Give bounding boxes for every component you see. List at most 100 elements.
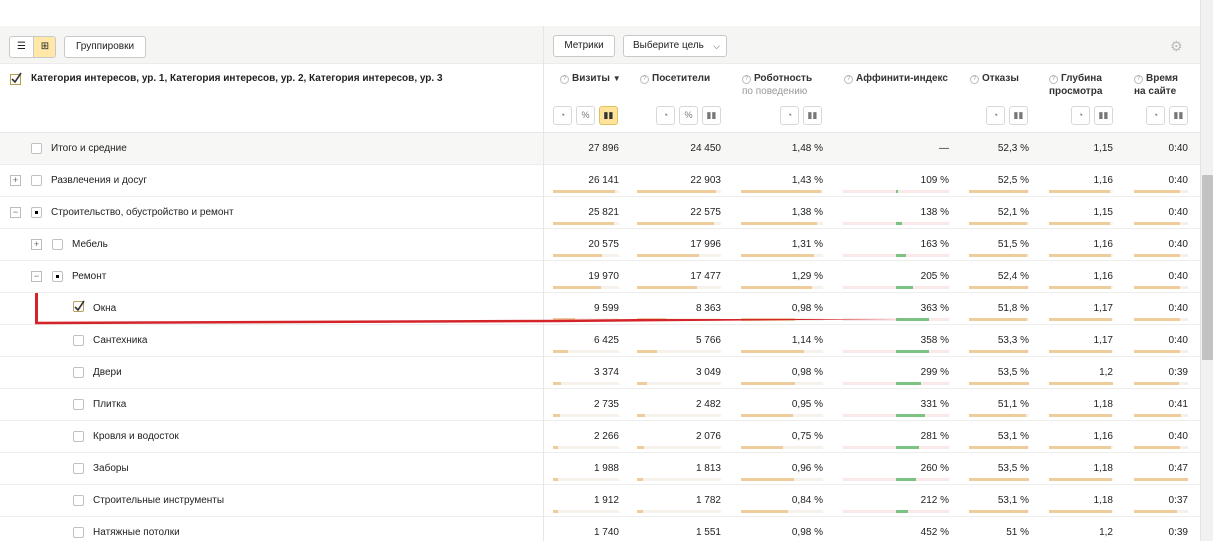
- cell-robot: 1,48 %: [791, 143, 823, 154]
- robot-bar: [741, 350, 804, 353]
- bar-chart-icon[interactable]: ▮▮: [1169, 106, 1188, 125]
- row-checkbox[interactable]: [31, 207, 42, 218]
- chevron-down-icon: ⌵: [713, 41, 720, 51]
- table-row[interactable]: − Ремонт 19 970 17 477 1,29 % 205 % 52,4 % 1,16…: [0, 261, 1200, 293]
- percent-icon[interactable]: %: [679, 106, 698, 125]
- cell-visits: 2 735: [593, 399, 619, 410]
- percent-icon[interactable]: %: [576, 106, 595, 125]
- totals-row[interactable]: Итого и средние 27 896 24 450 1,48 % — 52,3 %…: [0, 133, 1200, 165]
- table-row[interactable]: + Развлечения и досуг 26 141 22 903 1,43 % 10…: [0, 165, 1200, 197]
- help-icon[interactable]: ?: [560, 75, 569, 84]
- bounce-bar: [969, 382, 1029, 385]
- goal-select[interactable]: Выберите цель ⌵: [623, 35, 727, 57]
- cell-robot: 1,38 %: [791, 207, 823, 218]
- row-label: Двери: [93, 367, 122, 378]
- expand-icon[interactable]: +: [10, 175, 21, 186]
- cell-robot: 1,43 %: [791, 175, 823, 186]
- bar-chart-icon[interactable]: ▮▮: [1009, 106, 1028, 125]
- groupings-button[interactable]: Группировки: [64, 36, 146, 58]
- cell-visits: 2 266: [593, 431, 619, 442]
- column-header-affinity[interactable]: ? Аффинити-индекс: [844, 72, 948, 85]
- row-checkbox[interactable]: [31, 143, 42, 154]
- vertical-scrollbar[interactable]: [1200, 0, 1213, 541]
- cell-time: 0:39: [1168, 367, 1188, 378]
- dimensions-checkbox[interactable]: [10, 72, 23, 85]
- row-checkbox[interactable]: [73, 367, 84, 378]
- table-row[interactable]: Двери 3 374 3 049 0,98 % 299 % 53,5 % 1,2 0:39: [0, 357, 1200, 389]
- column-header-robotness[interactable]: ? Роботность по поведению: [742, 72, 812, 98]
- visits-bar: [553, 446, 558, 449]
- cell-visits: 9 599: [593, 303, 619, 314]
- cell-bounce: 53,1 %: [997, 495, 1029, 506]
- bar-chart-icon[interactable]: ▮▮: [1094, 106, 1113, 125]
- help-icon[interactable]: ?: [1049, 75, 1058, 84]
- column-header-visitors[interactable]: ? Посетители: [640, 72, 710, 85]
- column-header-bounce[interactable]: ? Отказы: [970, 72, 1019, 85]
- visitors-bar: [637, 286, 697, 289]
- help-icon[interactable]: ?: [1134, 75, 1143, 84]
- row-checkbox[interactable]: [31, 175, 42, 186]
- cell-time: 0:40: [1168, 335, 1188, 346]
- table-row[interactable]: Строительные инструменты 1 912 1 782 0,84 %…: [0, 485, 1200, 517]
- gear-icon[interactable]: ⚙: [1170, 39, 1184, 53]
- pie-chart-icon[interactable]: ◔: [553, 106, 572, 125]
- table-row[interactable]: Плитка 2 735 2 482 0,95 % 331 % 51,1 % 1,18 0:4…: [0, 389, 1200, 421]
- bar-chart-icon[interactable]: ▮▮: [599, 106, 618, 125]
- cell-visitors: 1 782: [695, 495, 721, 506]
- cell-affinity: 163 %: [920, 239, 949, 250]
- affinity-bar: [896, 446, 919, 449]
- pie-chart-icon[interactable]: ◔: [1071, 106, 1090, 125]
- row-checkbox[interactable]: [52, 271, 63, 282]
- top-strip: [0, 0, 1200, 26]
- column-header-time[interactable]: ? Время на сайте: [1134, 72, 1178, 98]
- row-checkbox[interactable]: [73, 431, 84, 442]
- row-checkbox[interactable]: [73, 463, 84, 474]
- visits-bar-track: [553, 478, 619, 481]
- row-checkbox[interactable]: [52, 239, 63, 250]
- pie-chart-icon[interactable]: ◔: [1146, 106, 1165, 125]
- row-checkbox[interactable]: [73, 495, 84, 506]
- column-header-depth[interactable]: ? Глубина просмотра: [1049, 72, 1102, 98]
- help-icon[interactable]: ?: [844, 75, 853, 84]
- visitors-bar: [637, 478, 643, 481]
- cell-depth: 1,2: [1099, 367, 1113, 378]
- bounce-bar: [969, 222, 1027, 225]
- scrollbar-thumb[interactable]: [1202, 175, 1213, 360]
- help-icon[interactable]: ?: [640, 75, 649, 84]
- table-row[interactable]: Сантехника 6 425 5 766 1,14 % 358 % 53,3 % 1,1…: [0, 325, 1200, 357]
- cell-visitors: 3 049: [695, 367, 721, 378]
- row-checkbox[interactable]: [73, 335, 84, 346]
- cell-depth: 1,16: [1093, 239, 1113, 250]
- pie-chart-icon[interactable]: ◔: [656, 106, 675, 125]
- expand-icon[interactable]: +: [31, 239, 42, 250]
- visitors-bar: [637, 350, 657, 353]
- column-header-visits[interactable]: ? Визиты ▼: [560, 72, 621, 85]
- depth-bar: [1049, 350, 1112, 353]
- metrics-button[interactable]: Метрики: [553, 35, 615, 57]
- table-row[interactable]: Натяжные потолки 1 740 1 551 0,98 % 452 % 51 …: [0, 517, 1200, 541]
- help-icon[interactable]: ?: [742, 75, 751, 84]
- collapse-icon[interactable]: −: [10, 207, 21, 218]
- help-icon[interactable]: ?: [970, 75, 979, 84]
- pie-chart-icon[interactable]: ◔: [780, 106, 799, 125]
- row-checkbox[interactable]: [73, 399, 84, 410]
- bar-chart-icon[interactable]: ▮▮: [803, 106, 822, 125]
- table-row[interactable]: + Мебель 20 575 17 996 1,31 % 163 % 51,5 % 1,16…: [0, 229, 1200, 261]
- highlight-underline: [35, 319, 905, 325]
- cell-bounce: 53,1 %: [997, 431, 1029, 442]
- visits-bar: [553, 222, 614, 225]
- table-row[interactable]: Заборы 1 988 1 813 0,96 % 260 % 53,5 % 1,18 0:4…: [0, 453, 1200, 485]
- pie-chart-icon[interactable]: ◔: [986, 106, 1005, 125]
- robot-bar: [741, 446, 783, 449]
- bar-chart-icon[interactable]: ▮▮: [702, 106, 721, 125]
- cell-affinity: 299 %: [920, 367, 949, 378]
- tree-view-button[interactable]: ⊞: [33, 37, 55, 57]
- collapse-icon[interactable]: −: [31, 271, 42, 282]
- table-row[interactable]: − Строительство, обустройство и ремонт 25 …: [0, 197, 1200, 229]
- robot-bar: [741, 414, 793, 417]
- time-bar: [1134, 510, 1177, 513]
- table-row[interactable]: Кровля и водосток 2 266 2 076 0,75 % 281 % 53…: [0, 421, 1200, 453]
- list-view-button[interactable]: ☰: [10, 37, 33, 57]
- row-checkbox[interactable]: [73, 300, 85, 312]
- row-checkbox[interactable]: [73, 527, 84, 538]
